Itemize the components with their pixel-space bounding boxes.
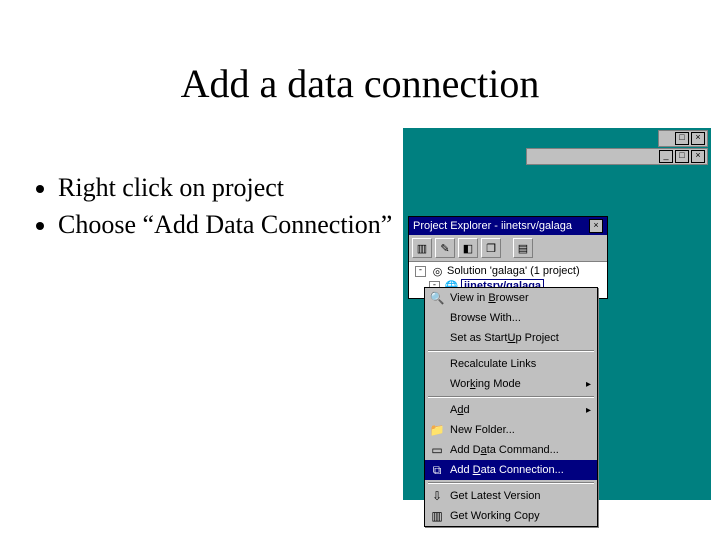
page-icon: ▭ <box>429 443 445 457</box>
menu-separator <box>428 350 594 352</box>
menu-new-folder[interactable]: 📁 New Folder... <box>425 420 597 440</box>
bullet-1: Right click on project <box>58 172 400 203</box>
menu-recalculate-links[interactable]: Recalculate Links <box>425 354 597 374</box>
maximize-button[interactable]: □ <box>675 150 689 163</box>
menu-view-in-browser[interactable]: 🔍 View in Browser <box>425 288 597 308</box>
menu-separator <box>428 396 594 398</box>
bullet-list: Right click on project Choose “Add Data … <box>30 172 400 246</box>
solution-label: Solution 'galaga' (1 project) <box>447 265 580 277</box>
tree-solution-node[interactable]: - ◎ Solution 'galaga' (1 project) <box>411 264 605 278</box>
download-icon: ⇩ <box>429 489 445 503</box>
menu-get-latest-version[interactable]: ⇩ Get Latest Version <box>425 486 597 506</box>
menu-add-data-command[interactable]: ▭ Add Data Command... <box>425 440 597 460</box>
toolbar-button-2[interactable]: ✎ <box>435 238 455 258</box>
menu-separator <box>428 482 594 484</box>
menu-browse-with[interactable]: Browse With... <box>425 308 597 328</box>
menu-working-mode[interactable]: Working Mode <box>425 374 597 394</box>
project-explorer-title: Project Explorer - iinetsrv/galaga <box>413 220 572 232</box>
toolbar-button-5[interactable]: ▤ <box>513 238 533 258</box>
minimize-button[interactable]: _ <box>659 150 673 163</box>
copy-icon: ▥ <box>429 509 445 523</box>
expand-icon[interactable]: - <box>415 266 426 277</box>
close-icon[interactable]: × <box>589 219 603 233</box>
slide-title: Add a data connection <box>0 60 720 107</box>
toolbar-button-4[interactable]: ❐ <box>481 238 501 258</box>
browser-icon: 🔍 <box>429 291 445 305</box>
solution-icon: ◎ <box>431 265 444 277</box>
project-explorer-titlebar: Project Explorer - iinetsrv/galaga × <box>409 217 607 235</box>
toolbar-button-1[interactable]: ▥ <box>412 238 432 258</box>
connection-icon: ⧉ <box>429 463 445 477</box>
bullet-2: Choose “Add Data Connection” <box>58 209 400 240</box>
menu-add[interactable]: Add <box>425 400 597 420</box>
restore-button[interactable]: □ <box>675 132 689 145</box>
toolbar-button-3[interactable]: ◧ <box>458 238 478 258</box>
close-button[interactable]: × <box>691 132 705 145</box>
window-controls-inner: □ × <box>658 130 708 147</box>
slide: Add a data connection Right click on pro… <box>0 0 720 540</box>
menu-get-working-copy[interactable]: ▥ Get Working Copy <box>425 506 597 526</box>
menu-add-data-connection[interactable]: ⧉ Add Data Connection... <box>425 460 597 480</box>
context-menu: 🔍 View in Browser Browse With... Set as … <box>424 287 598 527</box>
screenshot-region: □ × _ □ × Project Explorer - iinetsrv/ga… <box>403 128 711 500</box>
window-controls-outer: _ □ × <box>526 148 708 165</box>
folder-icon: 📁 <box>429 423 445 437</box>
menu-set-as-startup[interactable]: Set as StartUp Project <box>425 328 597 348</box>
close-button-outer[interactable]: × <box>691 150 705 163</box>
project-explorer-toolbar: ▥ ✎ ◧ ❐ ▤ <box>409 235 607 262</box>
